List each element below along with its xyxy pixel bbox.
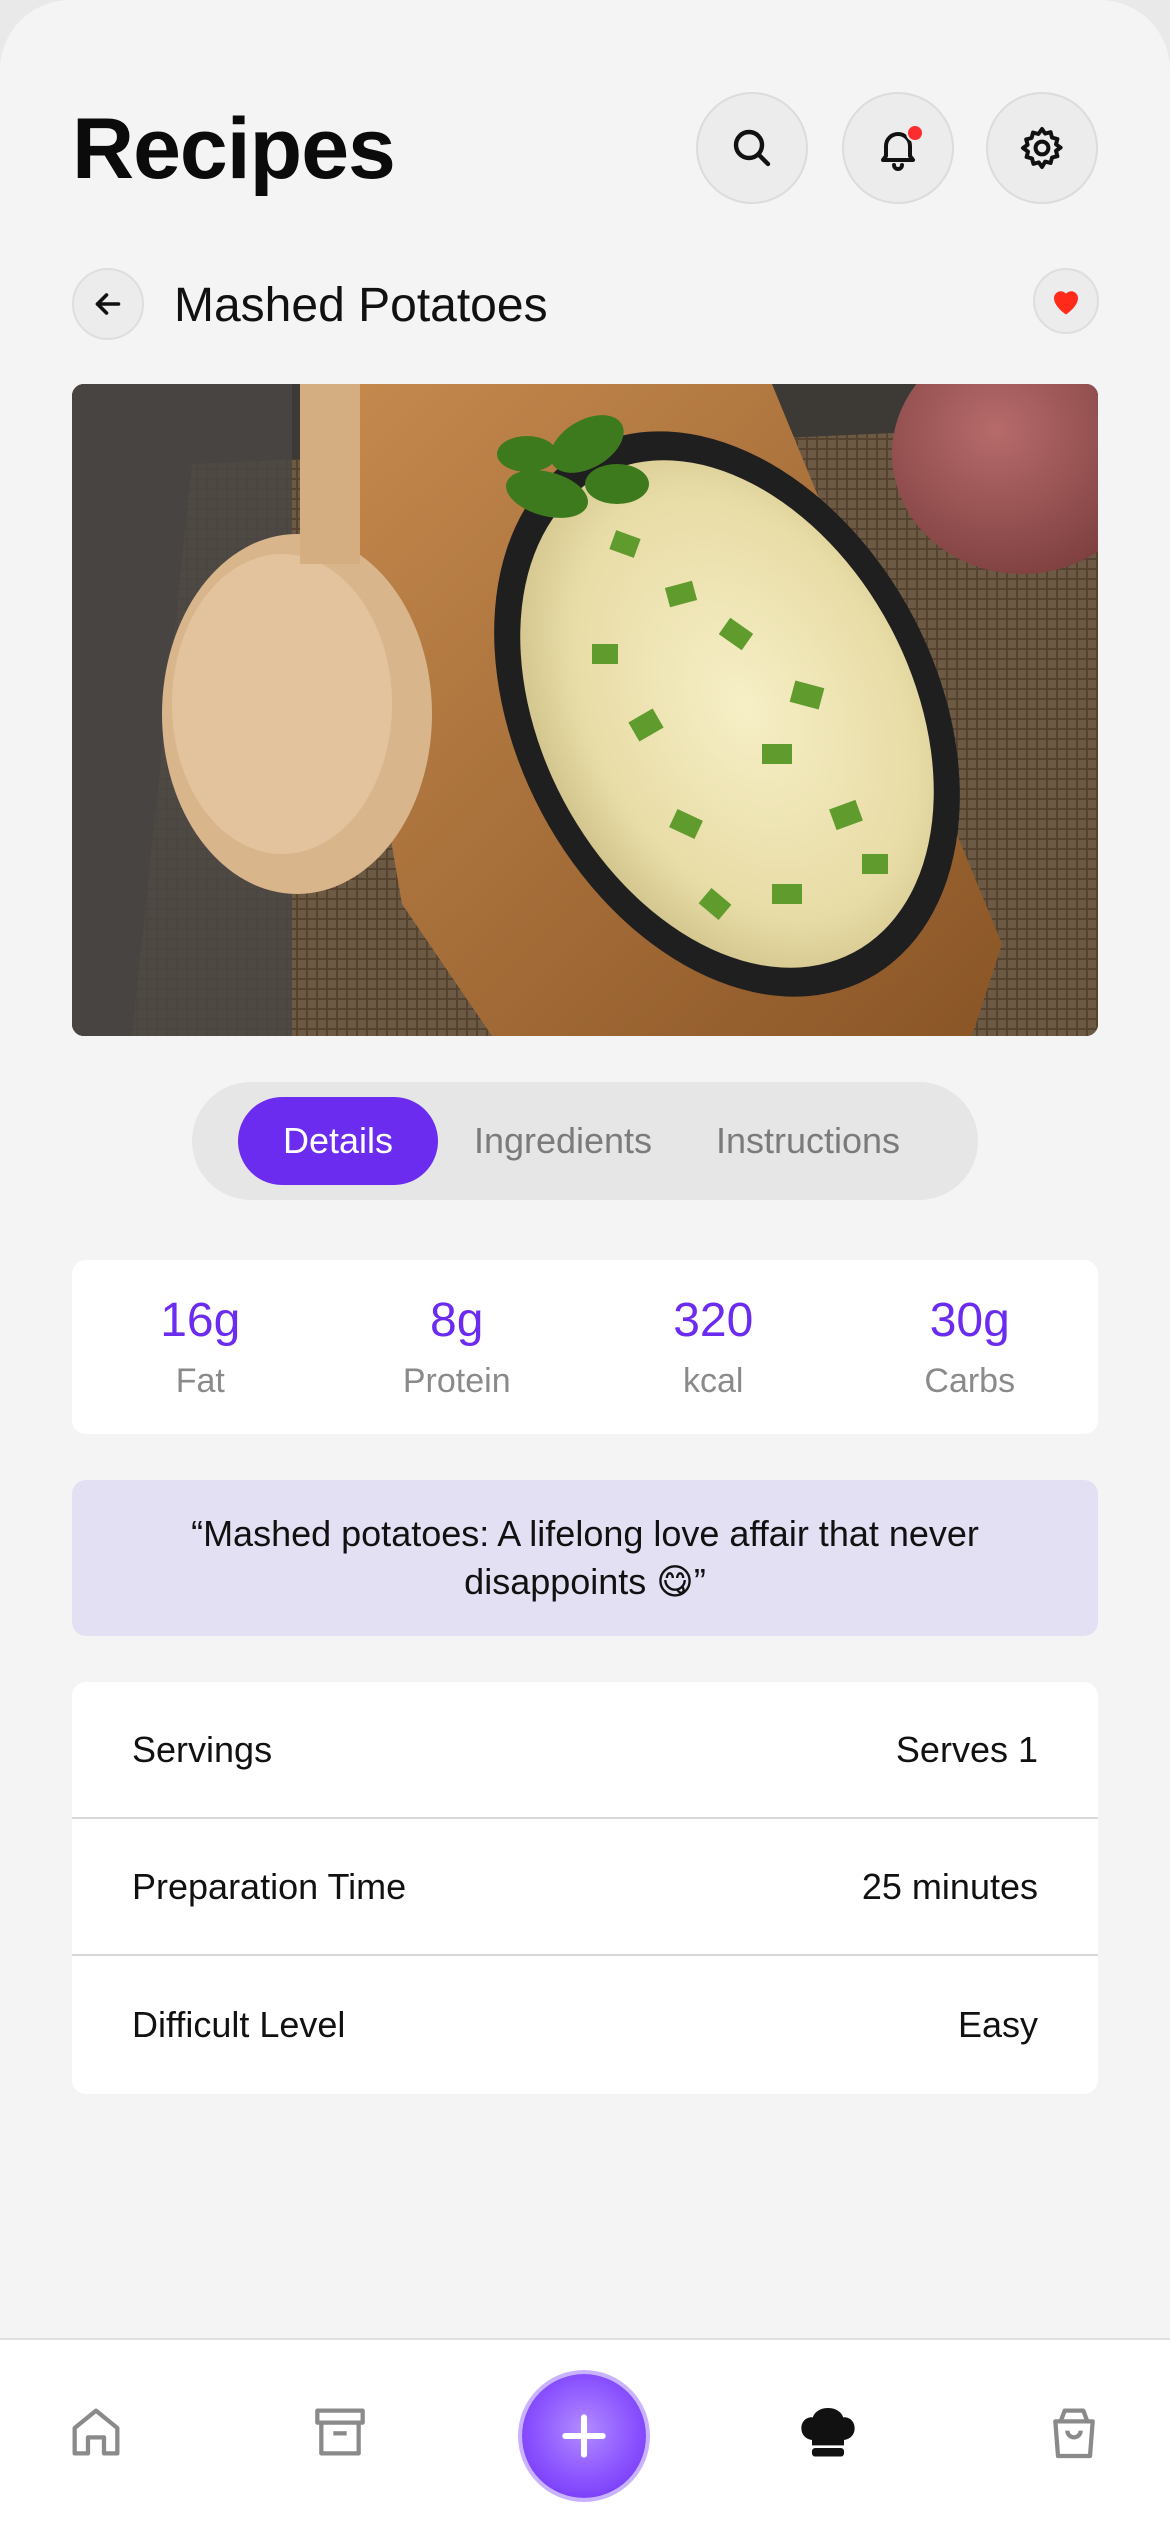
gear-icon (1021, 127, 1063, 169)
info-label: Preparation Time (132, 1865, 407, 1907)
archive-icon (315, 2408, 365, 2456)
nutrition-label: kcal (683, 1362, 744, 1400)
nav-home[interactable] (64, 2400, 128, 2464)
nutrition-value: 320 (673, 1294, 754, 1347)
back-button[interactable] (72, 268, 144, 340)
info-value: 25 minutes (861, 1865, 1038, 1907)
recipe-photo (72, 384, 1098, 1036)
screen: Recipes Mashed Potatoes Details Ingredie… (0, 0, 1170, 2532)
nutrition-label: Fat (175, 1362, 225, 1400)
info-label: Difficult Level (132, 2003, 346, 2045)
info-row-preparation-time: Preparation Time 25 minutes (72, 1819, 1098, 1956)
recipe-quote: “Mashed potatoes: A lifelong love affair… (72, 1480, 1098, 1636)
shopping-bag-icon (1053, 2408, 1095, 2459)
nutrition-carbs: 30g Carbs (842, 1260, 1099, 1434)
info-value: Easy (957, 2003, 1038, 2045)
tab-ingredients[interactable]: Ingredients (438, 1097, 688, 1185)
tab-details[interactable]: Details (238, 1097, 438, 1185)
home-icon (72, 2408, 120, 2456)
heart-icon (1054, 291, 1078, 315)
nav-recipes[interactable] (796, 2400, 860, 2464)
search-button[interactable] (696, 92, 808, 204)
chef-hat-icon (801, 2408, 855, 2457)
arrow-left-icon (95, 293, 121, 315)
nutrition-protein: 8g Protein (329, 1260, 586, 1434)
add-recipe-button[interactable] (522, 2374, 646, 2498)
nutrition-kcal: 320 kcal (585, 1260, 842, 1434)
notification-badge (906, 124, 924, 142)
recipe-title: Mashed Potatoes (174, 279, 548, 332)
nav-archive[interactable] (308, 2400, 372, 2464)
recipe-info-table: Servings Serves 1 Preparation Time 25 mi… (72, 1682, 1098, 2094)
nutrition-value: 16g (160, 1294, 241, 1347)
info-value: Serves 1 (895, 1728, 1038, 1770)
nutrition-fat: 16g Fat (72, 1260, 329, 1434)
settings-button[interactable] (986, 92, 1098, 204)
nutrition-label: Carbs (924, 1362, 1016, 1400)
tab-instructions[interactable]: Instructions (688, 1097, 928, 1185)
notifications-button[interactable] (842, 92, 954, 204)
nutrition-label: Protein (402, 1362, 511, 1400)
nutrition-value: 8g (430, 1294, 484, 1347)
nutrition-card: 16g Fat 8g Protein 320 kcal 30g Carbs (72, 1260, 1098, 1434)
info-label: Servings (132, 1728, 273, 1770)
plus-icon (562, 2414, 606, 2458)
favorite-button[interactable] (1033, 268, 1099, 334)
info-row-difficulty: Difficult Level Easy (72, 1956, 1098, 2093)
nutrition-value: 30g (929, 1294, 1010, 1347)
mashed-potatoes-image (72, 384, 1098, 1036)
search-icon (733, 129, 771, 167)
nav-shopping[interactable] (1042, 2400, 1106, 2464)
page-title: Recipes (72, 101, 396, 197)
info-row-servings: Servings Serves 1 (72, 1682, 1098, 1819)
recipe-tabs: Details Ingredients Instructions (192, 1082, 978, 1200)
